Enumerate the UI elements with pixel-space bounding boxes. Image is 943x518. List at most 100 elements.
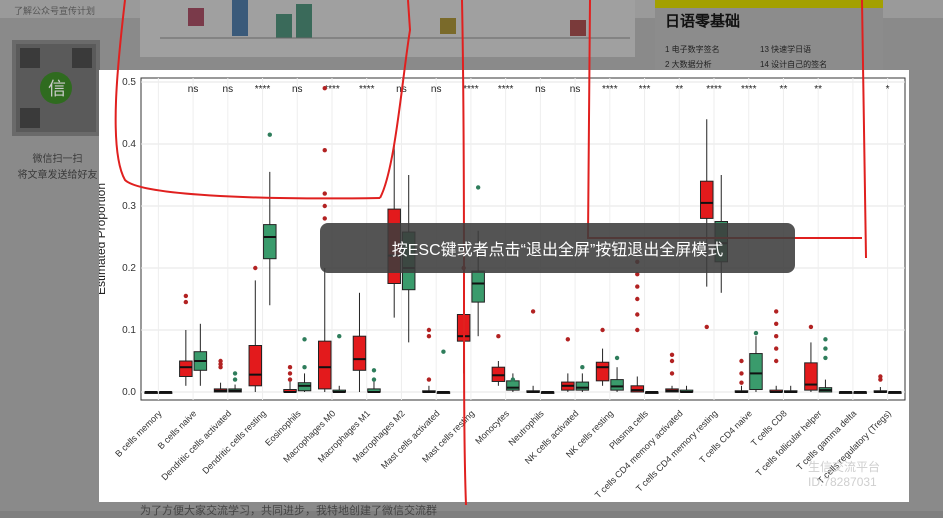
box-body xyxy=(595,361,610,382)
outlier-point xyxy=(739,371,744,376)
outlier-point xyxy=(510,377,516,382)
significance-label: **** xyxy=(602,84,618,95)
box-body xyxy=(575,381,590,391)
box-body xyxy=(471,270,485,303)
x-tick-label: Mast cells activated xyxy=(379,408,442,471)
outlier-point xyxy=(183,299,189,305)
outlier-point xyxy=(565,337,571,342)
outlier-point xyxy=(669,358,675,364)
outlier-point xyxy=(614,355,620,361)
significance-label: ns xyxy=(396,84,407,95)
x-tick-label: Dendritic cells resting xyxy=(200,408,268,476)
outlier-point xyxy=(426,334,432,339)
box-body xyxy=(179,360,193,377)
thumbnail-chart xyxy=(140,0,635,57)
outlier-point xyxy=(253,265,258,271)
box-body xyxy=(248,345,263,387)
significance-label: **** xyxy=(498,84,514,95)
outlier-point xyxy=(426,327,432,333)
outlier-point xyxy=(371,368,377,373)
outlier-point xyxy=(635,312,640,317)
watermark-line: 生信交流平台 xyxy=(808,460,881,474)
outlier-point xyxy=(302,365,307,370)
outlier-point xyxy=(600,327,605,333)
bottom-text: 为了方便大家交流学习，共同进步，我特地创建了微信交流群 xyxy=(140,505,437,517)
sidebar-ad: 日语零基础 1 电子数字签名 13 快速学日语 2 大数据分析 14 设计自己的… xyxy=(655,0,883,70)
box-body xyxy=(610,379,624,391)
outlier-point xyxy=(739,358,744,364)
significance-label: ns xyxy=(570,84,581,95)
outlier-point xyxy=(218,365,223,370)
outlier-point xyxy=(635,284,640,289)
fullscreen-image-panel: 0.0 0.1 0.2 0.3 0.4 0.5 B cells memory B cells … xyxy=(94,70,909,502)
sidebar-item[interactable]: 13 快速学日语 xyxy=(760,44,811,55)
outlier-point xyxy=(774,334,779,339)
significance-label: ns xyxy=(431,84,442,95)
y-tick-label: 0.4 xyxy=(122,139,136,150)
significance-label: **** xyxy=(741,84,757,95)
outlier-point xyxy=(322,216,327,221)
top-note[interactable]: 了解公众号宣传计划 xyxy=(14,4,95,17)
y-axis-label: Estimated Proportion xyxy=(99,183,108,295)
x-tick-label: Dendritic cells activated xyxy=(159,408,233,482)
exit-fullscreen-toast: 按ESC键或者点击“退出全屏”按钮退出全屏模式 xyxy=(320,223,795,273)
outlier-point xyxy=(322,86,327,91)
y-tick-label: 0.2 xyxy=(122,263,136,274)
significance-label: **** xyxy=(706,84,722,95)
outlier-point xyxy=(287,365,293,370)
outlier-point xyxy=(302,337,307,342)
sidebar-header-bar xyxy=(655,0,883,8)
significance-label: ns xyxy=(535,84,546,95)
outlier-point xyxy=(337,334,342,339)
outlier-point xyxy=(774,346,779,351)
outlier-point xyxy=(808,324,814,330)
outlier-point xyxy=(322,191,327,196)
outlier-point xyxy=(371,377,377,382)
significance-label: **** xyxy=(463,84,479,95)
outlier-point xyxy=(426,377,432,382)
outlier-point xyxy=(183,293,189,299)
significance-label: * xyxy=(886,84,890,95)
sidebar-item[interactable]: 2 大数据分析 xyxy=(665,59,712,70)
significance-label: ** xyxy=(780,84,788,95)
sidebar-title[interactable]: 日语零基础 xyxy=(665,10,740,31)
box-body xyxy=(263,224,277,260)
x-tick-label: B cells memory xyxy=(113,408,164,459)
outlier-point xyxy=(669,352,675,357)
significance-label: ns xyxy=(188,84,199,95)
sidebar-item[interactable]: 1 电子数字签名 xyxy=(665,44,720,55)
qr-code-graphic: 信 xyxy=(16,44,96,132)
box-body xyxy=(352,335,367,371)
box-body xyxy=(317,340,332,390)
outlier-point xyxy=(669,371,675,376)
significance-label: ** xyxy=(675,84,683,95)
outlier-point xyxy=(878,377,883,382)
outlier-point xyxy=(530,309,536,314)
outlier-point xyxy=(441,349,446,354)
outlier-point xyxy=(635,296,640,302)
qr-caption-2: 将文章发送给好友 xyxy=(17,170,98,181)
outlier-point xyxy=(287,371,293,376)
outlier-point xyxy=(753,330,759,336)
outlier-point xyxy=(496,334,501,339)
outlier-point xyxy=(232,377,238,382)
outlier-point xyxy=(774,321,779,326)
outlier-point xyxy=(704,324,709,330)
significance-label: **** xyxy=(324,84,340,95)
outlier-point xyxy=(322,203,327,209)
y-tick-label: 0.0 xyxy=(122,387,136,398)
significance-label: *** xyxy=(639,84,651,95)
sidebar-item[interactable]: 14 设计自己的签名 xyxy=(760,59,827,70)
outlier-point xyxy=(580,365,585,370)
box-body xyxy=(804,362,818,391)
watermark-line: ID:78287031 xyxy=(808,475,877,489)
boxplot-chart: 0.00.10.20.30.40.5B cells memoryB cells … xyxy=(94,77,906,500)
thumbnail-chart-graphic xyxy=(160,0,630,39)
y-tick-label: 0.5 xyxy=(122,77,136,88)
watermark: 生信交流平台 ID:78287031 xyxy=(808,460,880,490)
box-body xyxy=(699,180,714,219)
outlier-point xyxy=(774,309,779,314)
outlier-point xyxy=(475,185,481,190)
outlier-point xyxy=(823,346,828,351)
significance-label: ns xyxy=(292,84,303,95)
